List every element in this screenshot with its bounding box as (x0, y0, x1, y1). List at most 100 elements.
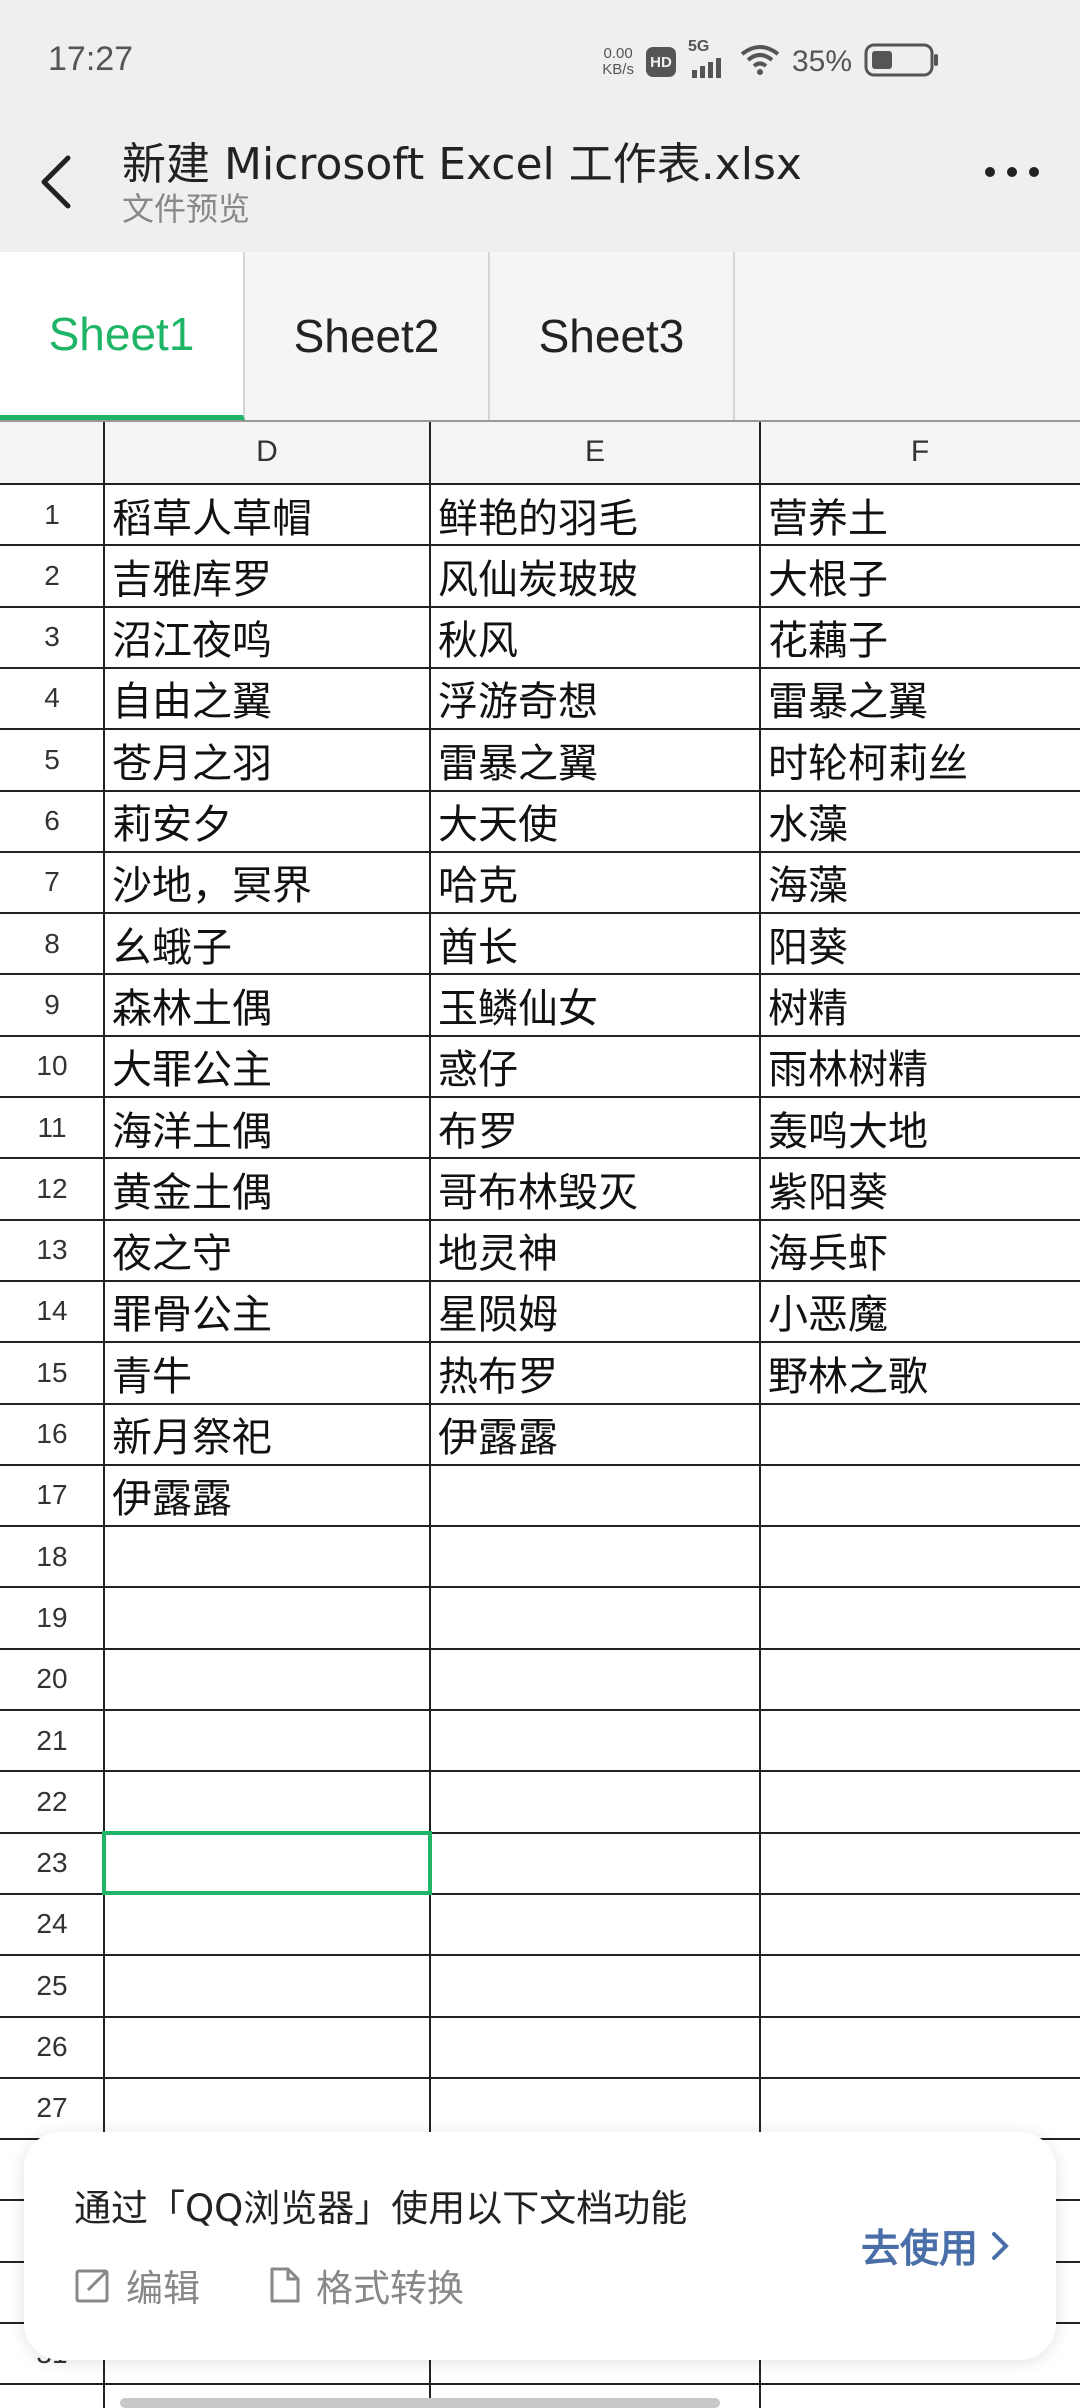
row-header[interactable]: 26 (0, 2017, 104, 2078)
row-header[interactable]: 6 (0, 791, 104, 852)
cell[interactable]: 浮游奇想 (430, 668, 760, 729)
cell[interactable]: 风仙炭玻玻 (430, 545, 760, 606)
cell[interactable]: 黄金土偶 (104, 1158, 430, 1219)
cell[interactable] (430, 2017, 760, 2078)
cell[interactable] (430, 1894, 760, 1955)
cell[interactable]: 哥布林毁灭 (430, 1158, 760, 1219)
cell[interactable]: 阳葵 (760, 913, 1080, 974)
row-header[interactable]: 15 (0, 1342, 104, 1403)
cell[interactable]: 吉雅库罗 (104, 545, 430, 606)
cell[interactable]: 地灵神 (430, 1220, 760, 1281)
row-header[interactable]: 13 (0, 1220, 104, 1281)
cell[interactable]: 青牛 (104, 1342, 430, 1403)
row-header[interactable]: 5 (0, 729, 104, 790)
cell[interactable]: 伊露露 (104, 1465, 430, 1526)
cell[interactable]: 玉鳞仙女 (430, 974, 760, 1035)
tab-sheet2[interactable]: Sheet2 (245, 252, 490, 420)
cell[interactable]: 水藻 (760, 791, 1080, 852)
column-header-d[interactable]: D (104, 420, 430, 484)
more-options-icon[interactable] (982, 160, 1042, 184)
cell[interactable] (104, 2017, 430, 2078)
cell[interactable]: 时轮柯莉丝 (760, 729, 1080, 790)
row-header[interactable]: 14 (0, 1281, 104, 1342)
cell[interactable] (760, 1771, 1080, 1832)
cell[interactable] (104, 2078, 430, 2139)
cell[interactable]: 沼江夜鸣 (104, 607, 430, 668)
row-header[interactable]: 12 (0, 1158, 104, 1219)
cell[interactable]: 海藻 (760, 852, 1080, 913)
cell[interactable]: 雷暴之翼 (760, 668, 1080, 729)
tab-sheet1[interactable]: Sheet1 (0, 252, 245, 420)
cell[interactable] (104, 1526, 430, 1587)
cell[interactable]: 秋风 (430, 607, 760, 668)
cell[interactable]: 沙地，冥界 (104, 852, 430, 913)
row-header[interactable]: 27 (0, 2078, 104, 2139)
cell[interactable]: 自由之翼 (104, 668, 430, 729)
row-header[interactable]: 8 (0, 913, 104, 974)
cell[interactable]: 大天使 (430, 791, 760, 852)
cell[interactable]: 树精 (760, 974, 1080, 1035)
cell[interactable]: 哈克 (430, 852, 760, 913)
cell[interactable] (430, 1955, 760, 2016)
cell[interactable] (760, 1526, 1080, 1587)
row-header[interactable]: 1 (0, 484, 104, 545)
row-header[interactable]: 9 (0, 974, 104, 1035)
row-header[interactable]: 17 (0, 1465, 104, 1526)
cell[interactable]: 雷暴之翼 (430, 729, 760, 790)
cell[interactable]: 轰鸣大地 (760, 1097, 1080, 1158)
cell[interactable]: 酋长 (430, 913, 760, 974)
cell[interactable] (760, 1710, 1080, 1771)
cell[interactable] (430, 1526, 760, 1587)
row-header[interactable]: 18 (0, 1526, 104, 1587)
cell[interactable]: 小恶魔 (760, 1281, 1080, 1342)
cell[interactable] (760, 2017, 1080, 2078)
cell[interactable] (760, 1833, 1080, 1894)
cell[interactable]: 花藕子 (760, 607, 1080, 668)
row-header[interactable]: 11 (0, 1097, 104, 1158)
cell[interactable]: 森林土偶 (104, 974, 430, 1035)
cell[interactable]: 罪骨公主 (104, 1281, 430, 1342)
cell[interactable]: 海洋土偶 (104, 1097, 430, 1158)
cell[interactable] (104, 1587, 430, 1648)
qq-browser-promo[interactable]: 通过「QQ浏览器」使用以下文档功能 编辑 格式转换 去使用 (24, 2132, 1056, 2360)
row-header[interactable]: 25 (0, 1955, 104, 2016)
tab-sheet3[interactable]: Sheet3 (490, 252, 735, 420)
cell[interactable]: 鲜艳的羽毛 (430, 484, 760, 545)
cell[interactable] (104, 1955, 430, 2016)
cell[interactable] (760, 1404, 1080, 1465)
horizontal-scrollbar[interactable] (120, 2398, 720, 2408)
column-header-f[interactable]: F (760, 420, 1080, 484)
cell[interactable]: 大根子 (760, 545, 1080, 606)
cell[interactable]: 夜之守 (104, 1220, 430, 1281)
row-header[interactable]: 4 (0, 668, 104, 729)
row-header[interactable]: 2 (0, 545, 104, 606)
cell[interactable] (104, 1649, 430, 1710)
cell[interactable]: 海兵虾 (760, 1220, 1080, 1281)
cell[interactable] (430, 1771, 760, 1832)
selected-cell[interactable] (102, 1830, 432, 1895)
row-header[interactable]: 20 (0, 1649, 104, 1710)
cell[interactable] (430, 1710, 760, 1771)
cell[interactable] (104, 1894, 430, 1955)
cell[interactable]: 营养土 (760, 484, 1080, 545)
cell[interactable] (104, 1710, 430, 1771)
back-icon[interactable] (36, 150, 80, 214)
row-header[interactable]: 10 (0, 1036, 104, 1097)
cell[interactable]: 稻草人草帽 (104, 484, 430, 545)
cell[interactable]: 惑仔 (430, 1036, 760, 1097)
cell[interactable]: 伊露露 (430, 1404, 760, 1465)
cell[interactable]: 莉安夕 (104, 791, 430, 852)
cell[interactable] (430, 1649, 760, 1710)
row-header[interactable]: 24 (0, 1894, 104, 1955)
cell[interactable]: 热布罗 (430, 1342, 760, 1403)
cell[interactable]: 紫阳葵 (760, 1158, 1080, 1219)
row-header[interactable]: 3 (0, 607, 104, 668)
cell[interactable]: 新月祭祀 (104, 1404, 430, 1465)
row-header[interactable]: 7 (0, 852, 104, 913)
row-header[interactable]: 21 (0, 1710, 104, 1771)
row-header[interactable]: 16 (0, 1404, 104, 1465)
cell[interactable] (430, 2078, 760, 2139)
cell[interactable] (760, 2078, 1080, 2139)
row-header[interactable]: 23 (0, 1833, 104, 1894)
spreadsheet-grid[interactable]: DEF 1 稻草人草帽 鲜艳的羽毛 营养土 2 吉雅库罗 风仙炭玻玻 大根子 3 沼江夜鸣 秋风 花藕… (0, 420, 1080, 2408)
